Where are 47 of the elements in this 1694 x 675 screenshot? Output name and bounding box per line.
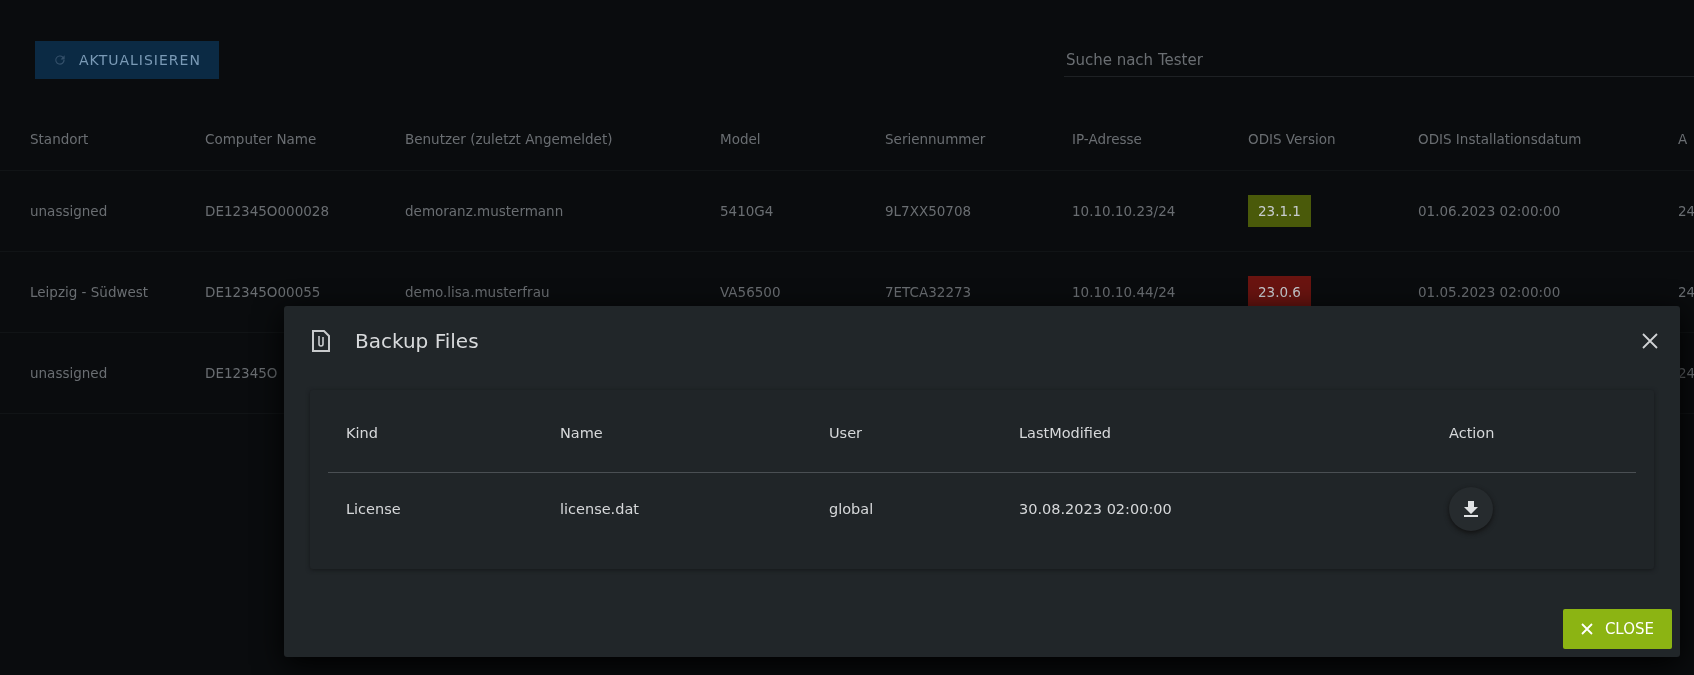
version-badge: 23.1.1 [1248, 195, 1311, 227]
table-cell-text: 9L7XX50708 [885, 203, 973, 219]
table-cell-text: demoranz.mustermann [405, 203, 565, 219]
table-cell-text: 7ETCA32273 [885, 284, 973, 300]
column-header: Benutzer (zuletzt Angemeldet) [405, 131, 614, 147]
column-header: Computer Name [205, 131, 318, 147]
column-header: Model [720, 131, 762, 147]
column-header: LastModified [1019, 425, 1113, 441]
close-icon[interactable] [1642, 333, 1658, 349]
download-icon [1464, 501, 1478, 517]
table-cell-text: 30.08.2023 02:00:00 [1019, 501, 1173, 517]
version-badge: 23.0.6 [1248, 276, 1311, 308]
close-icon [1580, 623, 1593, 635]
column-header: ODIS Installationsdatum [1418, 131, 1583, 147]
column-header: Name [560, 425, 604, 441]
table-cell: 24 [1678, 203, 1694, 219]
table-cell-text: DE12345O [205, 365, 279, 381]
column-header: User [829, 425, 864, 441]
column-header: Standort [30, 131, 90, 147]
download-button[interactable] [1449, 487, 1493, 531]
table-cell-text: 01.05.2023 02:00:00 [1418, 284, 1562, 300]
table-cell-text: 01.06.2023 02:00:00 [1418, 203, 1562, 219]
column-header: Action [1449, 425, 1496, 441]
table-cell-text: DE12345O00055 [205, 284, 322, 300]
column-header: Kind [346, 425, 379, 441]
table-cell-text: 10.10.10.44/24 [1072, 284, 1177, 300]
column-header: ODIS Version [1248, 131, 1337, 147]
table-cell-text: 5410G4 [720, 203, 775, 219]
table-cell-text: unassigned [30, 365, 109, 381]
refresh-icon [53, 53, 67, 67]
refresh-button[interactable]: AKTUALISIEREN [35, 41, 219, 79]
dialog-title: Backup Files [355, 329, 480, 353]
table-cell-text: unassigned [30, 203, 109, 219]
table-cell-text: DE12345O000028 [205, 203, 331, 219]
column-header: IP-Adresse [1072, 131, 1143, 147]
table-cell-text: VA56500 [720, 284, 782, 300]
table-cell-text: license.dat [560, 501, 640, 517]
table-cell-text: License [346, 501, 402, 517]
table-cell-text: Leipzig - Südwest [30, 284, 150, 300]
table-cell-text: global [829, 501, 875, 517]
attachment-file-icon [311, 330, 331, 352]
table-cell-text: demo.lisa.musterfrau [405, 284, 551, 300]
search-field[interactable]: Suche nach Tester [1063, 43, 1694, 77]
column-header: A [1678, 131, 1689, 147]
table-cell: 24 [1678, 284, 1694, 300]
table-cell-text: 10.10.10.23/24 [1072, 203, 1177, 219]
column-header: Seriennummer [885, 131, 987, 147]
